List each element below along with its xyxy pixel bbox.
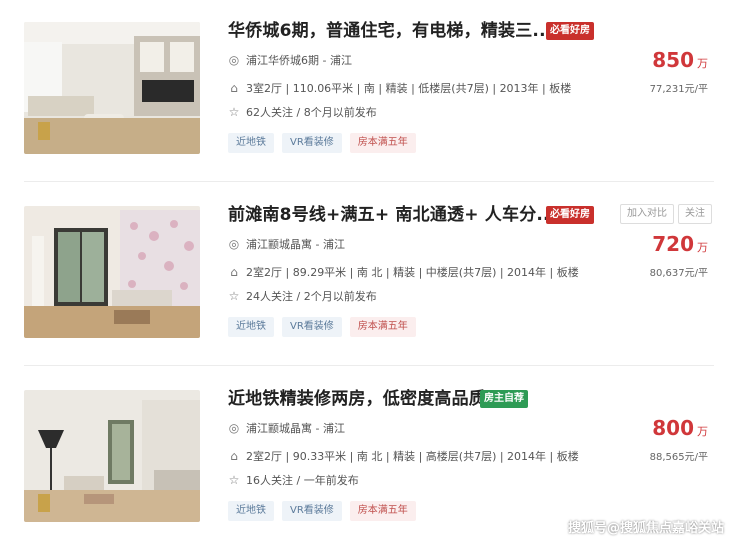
chip-five-years: 房本满五年 bbox=[349, 317, 416, 337]
location-pin-icon: ◎ bbox=[228, 421, 240, 435]
unit-price: 88,565元/平 bbox=[649, 452, 708, 463]
chip-five-years: 房本满五年 bbox=[349, 501, 416, 521]
chip-vr: VR看装修 bbox=[282, 501, 342, 521]
price-unit: 万 bbox=[697, 57, 708, 70]
price-value: 720 bbox=[652, 232, 694, 256]
price-value: 850 bbox=[652, 48, 694, 72]
chip-vr: VR看装修 bbox=[282, 317, 342, 337]
house-icon: ⌂ bbox=[230, 449, 238, 463]
listing-title[interactable]: 前滩南8号线+满五+ 南北通透+ 人车分... bbox=[228, 200, 556, 225]
total-price: 720 万 bbox=[652, 232, 708, 256]
listing-photo[interactable] bbox=[24, 206, 200, 338]
info-row: ⌂ 3室2厅 | 110.06平米 | 南 | 精装 | 低楼层(共7层) | 2… bbox=[228, 80, 571, 96]
location-pin-icon: ◎ bbox=[228, 237, 240, 251]
follow-row: ☆ 16人关注 / 一年前发布 bbox=[228, 472, 359, 488]
listing-card[interactable]: 华侨城6期，普通住宅，有电梯，精装三... 必看好房 ◎ 浦江华侨城6期 - 浦江… bbox=[0, 0, 740, 178]
chip-five-years: 房本满五年 bbox=[349, 133, 416, 153]
tag-chips: 近地铁 VR看装修 房本满五年 bbox=[228, 130, 424, 153]
star-icon: ☆ bbox=[228, 105, 240, 119]
chip-near-subway: 近地铁 bbox=[228, 133, 274, 153]
price-value: 800 bbox=[652, 416, 694, 440]
address-text[interactable]: 浦江华侨城6期 - 浦江 bbox=[246, 54, 352, 67]
follow-button[interactable]: 关注 bbox=[678, 204, 712, 224]
house-info: 2室2厅 | 89.29平米 | 南 北 | 精装 | 中楼层(共7层) | 2… bbox=[246, 266, 579, 279]
follow-row: ☆ 62人关注 / 8个月以前发布 bbox=[228, 104, 377, 120]
info-row: ⌂ 2室2厅 | 90.33平米 | 南 北 | 精装 | 高楼层(共7层) | … bbox=[228, 448, 579, 464]
house-icon: ⌂ bbox=[230, 265, 238, 279]
address-text[interactable]: 浦江颛城晶寓 - 浦江 bbox=[246, 422, 345, 435]
must-see-badge: 必看好房 bbox=[546, 22, 594, 40]
tag-chips: 近地铁 VR看装修 房本满五年 bbox=[228, 314, 424, 337]
price-unit: 万 bbox=[697, 425, 708, 438]
unit-price: 77,231元/平 bbox=[649, 84, 708, 95]
chip-near-subway: 近地铁 bbox=[228, 317, 274, 337]
house-info: 3室2厅 | 110.06平米 | 南 | 精装 | 低楼层(共7层) | 20… bbox=[246, 82, 572, 95]
house-info: 2室2厅 | 90.33平米 | 南 北 | 精装 | 高楼层(共7层) | 2… bbox=[246, 450, 579, 463]
must-see-badge: 必看好房 bbox=[546, 206, 594, 224]
star-icon: ☆ bbox=[228, 473, 240, 487]
listing-title[interactable]: 近地铁精装修两房，低密度高品质 bbox=[228, 384, 486, 409]
house-icon: ⌂ bbox=[230, 81, 238, 95]
address-row: ◎ 浦江华侨城6期 - 浦江 bbox=[228, 52, 352, 68]
listing-photo[interactable] bbox=[24, 390, 200, 522]
address-row: ◎ 浦江颛城晶寓 - 浦江 bbox=[228, 236, 345, 252]
add-compare-button[interactable]: 加入对比 bbox=[620, 204, 674, 224]
follow-info: 16人关注 / 一年前发布 bbox=[246, 474, 359, 487]
tag-chips: 近地铁 VR看装修 房本满五年 bbox=[228, 498, 424, 521]
watermark: 搜狐号@搜狐焦点嘉峪关站 bbox=[567, 521, 724, 536]
listing-card[interactable]: 前滩南8号线+满五+ 南北通透+ 人车分... 必看好房 加入对比 关注 ◎ 浦江… bbox=[0, 184, 740, 362]
price-unit: 万 bbox=[697, 241, 708, 254]
total-price: 800 万 bbox=[652, 416, 708, 440]
divider bbox=[24, 181, 714, 182]
unit-price: 80,637元/平 bbox=[649, 268, 708, 279]
address-row: ◎ 浦江颛城晶寓 - 浦江 bbox=[228, 420, 345, 436]
owner-recommend-badge: 房主自荐 bbox=[480, 390, 528, 408]
location-pin-icon: ◎ bbox=[228, 53, 240, 67]
chip-vr: VR看装修 bbox=[282, 133, 342, 153]
listing-photo[interactable] bbox=[24, 22, 200, 154]
info-row: ⌂ 2室2厅 | 89.29平米 | 南 北 | 精装 | 中楼层(共7层) | … bbox=[228, 264, 579, 280]
total-price: 850 万 bbox=[652, 48, 708, 72]
follow-info: 24人关注 / 2个月以前发布 bbox=[246, 290, 377, 303]
follow-row: ☆ 24人关注 / 2个月以前发布 bbox=[228, 288, 377, 304]
star-icon: ☆ bbox=[228, 289, 240, 303]
address-text[interactable]: 浦江颛城晶寓 - 浦江 bbox=[246, 238, 345, 251]
follow-info: 62人关注 / 8个月以前发布 bbox=[246, 106, 377, 119]
chip-near-subway: 近地铁 bbox=[228, 501, 274, 521]
listing-title[interactable]: 华侨城6期，普通住宅，有电梯，精装三... bbox=[228, 16, 552, 41]
divider bbox=[24, 365, 714, 366]
